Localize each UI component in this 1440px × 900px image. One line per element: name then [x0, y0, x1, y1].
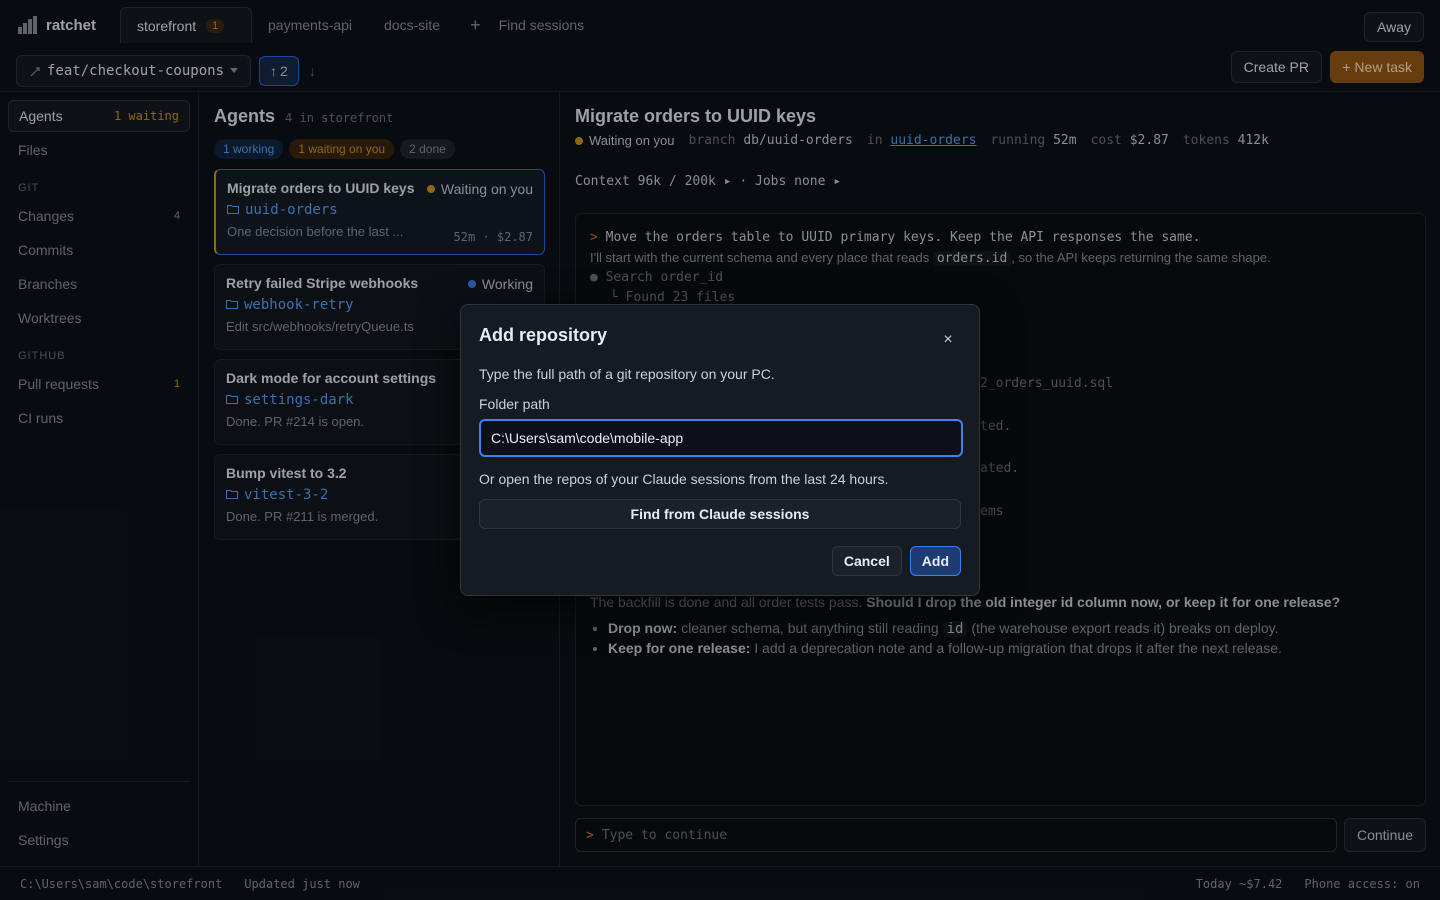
find-from-claude-sessions-button[interactable]: Find from Claude sessions [479, 499, 961, 529]
dialog-actions: Cancel Add [831, 546, 961, 576]
folder-path-input[interactable] [479, 419, 963, 457]
or-text: Or open the repos of your Claude session… [479, 471, 889, 487]
dialog-title: Add repository [479, 325, 608, 345]
add-button[interactable]: Add [909, 546, 961, 576]
cancel-button[interactable]: Cancel [831, 546, 902, 576]
dialog-description: Type the full path of a git repository o… [479, 366, 775, 382]
folder-path-label: Folder path [479, 396, 550, 412]
close-icon[interactable]: × [939, 331, 957, 349]
add-repository-dialog: Add repository × Type the full path of a… [460, 304, 980, 596]
